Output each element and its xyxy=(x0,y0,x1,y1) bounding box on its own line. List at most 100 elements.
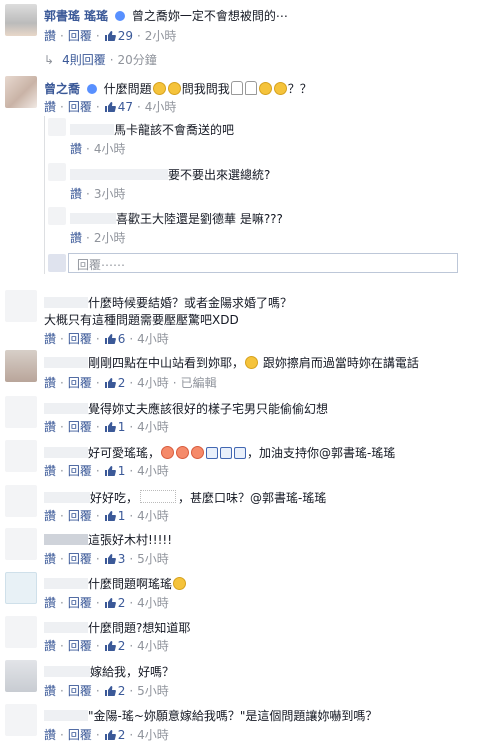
commenter-name[interactable] xyxy=(44,622,88,633)
like-count[interactable]: 1 xyxy=(104,509,125,523)
commenter-avatar[interactable] xyxy=(5,616,37,648)
like-link[interactable]: 讚 xyxy=(44,29,56,43)
commenter-name[interactable] xyxy=(44,447,88,458)
comment-time[interactable]: 4小時 xyxy=(94,142,126,156)
comment-time[interactable]: 2小時 xyxy=(145,29,177,43)
reply-link[interactable]: 回覆 xyxy=(68,29,92,43)
reply-link[interactable]: 回覆 xyxy=(68,420,92,434)
comment-time[interactable]: 4小時 xyxy=(145,100,177,114)
commenter-avatar[interactable] xyxy=(5,528,37,560)
like-link[interactable]: 讚 xyxy=(44,376,56,390)
commenter-avatar[interactable] xyxy=(5,485,37,517)
comment-time[interactable]: 4小時 xyxy=(137,596,169,610)
reply-author-name[interactable] xyxy=(70,213,116,224)
like-link[interactable]: 讚 xyxy=(44,464,56,478)
comment-time[interactable]: 3小時 xyxy=(94,187,126,201)
reply-link[interactable]: 回覆 xyxy=(68,728,92,742)
avatar-reply[interactable] xyxy=(48,207,66,225)
comment-time[interactable]: 4小時 xyxy=(137,509,169,523)
like-link[interactable]: 讚 xyxy=(44,332,56,346)
reply-link[interactable]: 回覆 xyxy=(68,100,92,114)
like-link[interactable]: 讚 xyxy=(44,728,56,742)
commenter-name[interactable] xyxy=(44,710,88,721)
like-count[interactable]: 2 xyxy=(104,376,125,390)
thread-comment-body: 曾之喬 什麼問題 問我問我？？ xyxy=(44,81,312,96)
comment-time[interactable]: 4小時 xyxy=(137,728,169,742)
reply-actions: 讚 · 2小時 xyxy=(70,231,126,245)
like-link[interactable]: 讚 xyxy=(44,509,56,523)
reply-author-name[interactable] xyxy=(70,124,114,135)
like-link[interactable]: 讚 xyxy=(44,100,56,114)
commenter-avatar[interactable] xyxy=(5,440,37,472)
like-link[interactable]: 讚 xyxy=(44,639,56,653)
comment-time[interactable]: 5小時 xyxy=(137,552,169,566)
like-count[interactable]: 29 xyxy=(104,29,133,43)
reply-link[interactable]: 回覆 xyxy=(68,509,92,523)
like-count[interactable]: 3 xyxy=(104,552,125,566)
reply-link[interactable]: 回覆 xyxy=(68,464,92,478)
avatar-thread-author[interactable] xyxy=(5,76,37,108)
avatar-reply[interactable] xyxy=(48,118,66,136)
comment-actions: 讚 · 回覆 · 2 · 4小時 xyxy=(44,639,169,653)
like-link[interactable]: 讚 xyxy=(44,684,56,698)
reply-link[interactable]: 回覆 xyxy=(68,376,92,390)
like-link[interactable]: 讚 xyxy=(70,231,82,245)
commenter-name[interactable] xyxy=(44,357,88,368)
like-count[interactable]: 2 xyxy=(104,596,125,610)
commenter-avatar[interactable] xyxy=(5,572,37,604)
avatar-top-comment[interactable] xyxy=(5,4,37,36)
like-count[interactable]: 1 xyxy=(104,464,125,478)
reply-author-name[interactable] xyxy=(70,169,168,180)
commenter-name[interactable] xyxy=(44,534,88,545)
reply-input[interactable]: 回覆⋯⋯ xyxy=(68,253,458,273)
commenter-avatar[interactable] xyxy=(5,350,37,382)
like-link[interactable]: 讚 xyxy=(44,596,56,610)
comment-time[interactable]: 4小時 xyxy=(137,464,169,478)
comment-time[interactable]: 2小時 xyxy=(94,231,126,245)
smile-emoji-icon xyxy=(245,356,259,369)
like-count[interactable]: 2 xyxy=(104,728,125,742)
top-comment-author[interactable]: 郭書瑤 瑤瑤 xyxy=(44,9,108,23)
like-count[interactable]: 2 xyxy=(104,639,125,653)
heart-eyes-emoji-icon xyxy=(161,446,175,459)
like-link[interactable]: 讚 xyxy=(70,187,82,201)
reply-link[interactable]: 回覆 xyxy=(68,639,92,653)
like-link[interactable]: 讚 xyxy=(70,142,82,156)
commenter-avatar[interactable] xyxy=(5,290,37,322)
view-replies-link[interactable]: ↳ 4則回覆 · 20分鐘 xyxy=(44,51,157,68)
comment-actions: 讚 · 回覆 · 1 · 4小時 xyxy=(44,509,169,523)
reply-link[interactable]: 回覆 xyxy=(68,684,92,698)
commenter-name[interactable] xyxy=(44,492,90,503)
like-count[interactable]: 47 xyxy=(104,100,133,114)
comment-actions: 讚 · 回覆 · 2 · 5小時 xyxy=(44,684,169,698)
comment-time[interactable]: 4小時 xyxy=(137,332,169,346)
like-link[interactable]: 讚 xyxy=(44,420,56,434)
commenter-name[interactable] xyxy=(44,666,90,677)
thread-author[interactable]: 曾之喬 xyxy=(44,82,80,96)
reply-link[interactable]: 回覆 xyxy=(68,596,92,610)
commenter-name[interactable] xyxy=(44,403,88,414)
comment-time[interactable]: 5小時 xyxy=(137,684,169,698)
commenter-avatar[interactable] xyxy=(5,660,37,692)
commenter-avatar[interactable] xyxy=(5,704,37,736)
comment-time[interactable]: 4小時 xyxy=(137,376,169,390)
comment-actions: 讚 · 回覆 · 6 · 4小時 xyxy=(44,332,169,346)
like-count[interactable]: 6 xyxy=(104,332,125,346)
comment-time[interactable]: 4小時 xyxy=(137,639,169,653)
commenter-name[interactable] xyxy=(44,297,88,308)
avatar-reply[interactable] xyxy=(48,163,66,181)
comment-actions: 讚 · 回覆 · 2 · 4小時 xyxy=(44,596,169,610)
grin-emoji-icon xyxy=(152,82,166,95)
like-count[interactable]: 2 xyxy=(104,684,125,698)
reply-link[interactable]: 回覆 xyxy=(68,552,92,566)
thumbs-up-icon xyxy=(104,466,116,476)
like-link[interactable]: 讚 xyxy=(44,552,56,566)
reply-link[interactable]: 回覆 xyxy=(68,332,92,346)
commenter-name[interactable] xyxy=(44,578,88,589)
comment-body: 什麼問題?想知道耶 xyxy=(44,619,190,636)
like-count[interactable]: 1 xyxy=(104,420,125,434)
edited-label[interactable]: 已編輯 xyxy=(181,376,217,390)
verified-icon xyxy=(115,11,126,21)
commenter-avatar[interactable] xyxy=(5,396,37,428)
comment-time[interactable]: 4小時 xyxy=(137,420,169,434)
